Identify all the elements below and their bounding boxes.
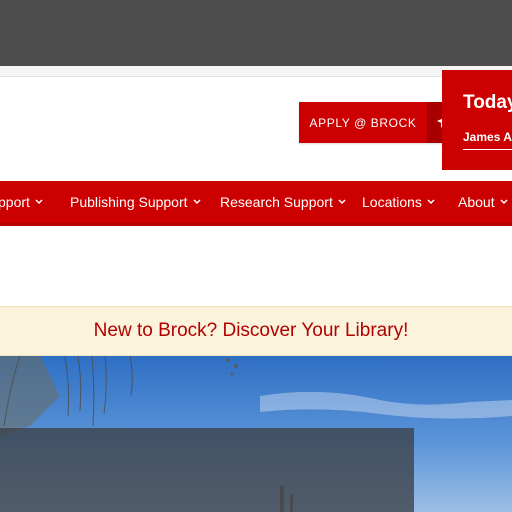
chevron-down-icon <box>193 199 201 205</box>
nav-item-publishing-support[interactable]: Publishing Support <box>70 181 201 223</box>
apply-button-label: APPLY @ BROCK <box>309 115 417 130</box>
main-navigation: pport Publishing Support Research Suppor… <box>0 181 512 226</box>
announcement-banner: New to Brock? Discover Your Library! <box>0 306 512 356</box>
chevron-down-icon <box>35 199 43 205</box>
hero-image <box>0 356 512 512</box>
nav-item-label: Research Support <box>220 194 333 210</box>
nav-item-label: About <box>458 194 495 210</box>
nav-item-support[interactable]: pport <box>0 181 43 223</box>
nav-item-about[interactable]: About <box>458 181 508 223</box>
nav-item-research-support[interactable]: Research Support <box>220 181 346 223</box>
nav-item-label: pport <box>0 194 30 210</box>
chevron-down-icon <box>500 199 508 205</box>
apply-at-brock-button[interactable]: APPLY @ BROCK <box>299 102 464 143</box>
chevron-down-icon <box>338 199 346 205</box>
nav-item-label: Publishing Support <box>70 194 188 210</box>
hours-title: Today <box>463 92 512 113</box>
nav-item-label: Locations <box>362 194 422 210</box>
hours-location-link[interactable]: James A <box>463 130 512 144</box>
browser-chrome <box>0 0 512 66</box>
browser-toolbar-edge <box>0 66 512 77</box>
chevron-down-icon <box>427 199 435 205</box>
hours-panel <box>442 70 512 170</box>
announcement-link[interactable]: New to Brock? Discover Your Library! <box>94 320 409 342</box>
nav-item-locations[interactable]: Locations <box>362 181 435 223</box>
hours-divider <box>463 149 512 150</box>
content-spacer <box>0 226 512 306</box>
hero-overlay-panel <box>0 428 414 512</box>
